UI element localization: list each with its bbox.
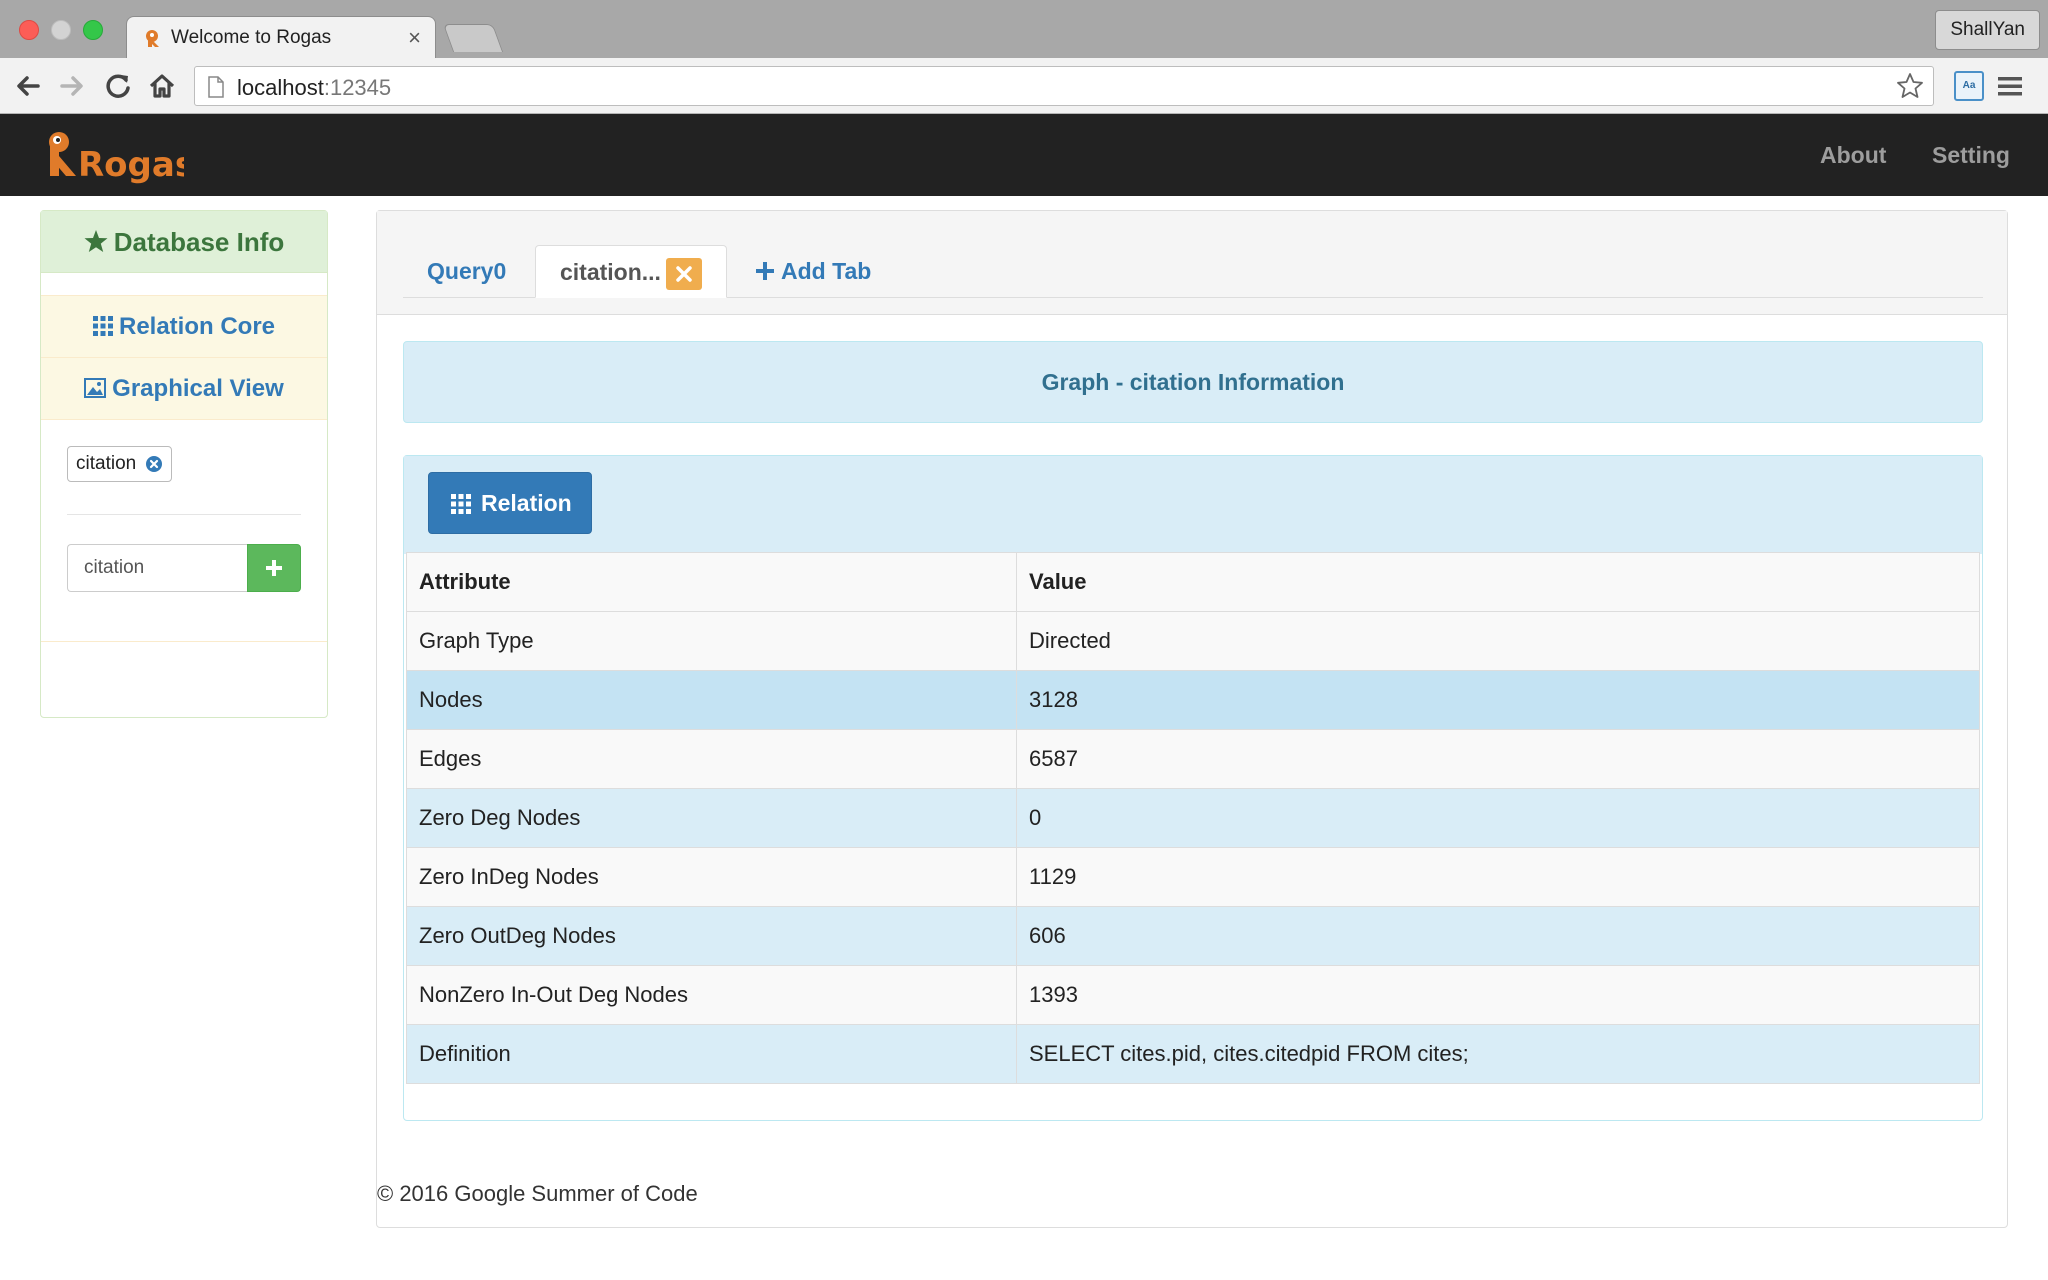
graph-chip-label: citation	[76, 453, 137, 474]
th-grid-icon	[451, 494, 471, 514]
brand-text: Rogas	[78, 145, 184, 184]
value-cell: SELECT cites.pid, cites.citedpid FROM ci…	[1016, 1024, 1980, 1084]
picture-icon	[84, 378, 107, 398]
column-header-attribute: Attribute	[406, 552, 1017, 612]
sidebar-item-label: Graphical View	[112, 375, 284, 402]
relation-button-label: Relation	[481, 490, 572, 516]
value-cell: 1393	[1016, 965, 1980, 1025]
table-row: Edges 6587	[406, 729, 1980, 789]
browser-tab[interactable]: Welcome to Rogas ×	[126, 16, 436, 58]
new-tab-button[interactable]	[442, 24, 504, 52]
table-row: Zero OutDeg Nodes 606	[406, 906, 1980, 966]
sidebar: Database Info Relation Core Graphical Vi…	[40, 210, 328, 718]
home-icon[interactable]	[144, 68, 180, 104]
page-icon	[208, 76, 224, 98]
main-panel: Query0 citation... Add Tab Graph - citat…	[376, 210, 2008, 1228]
table-header-row: Attribute Value	[406, 552, 1980, 612]
table-row: Nodes 3128	[406, 670, 1980, 730]
value-cell: 3128	[1016, 670, 1980, 730]
graph-chip-citation[interactable]: citation	[67, 446, 173, 482]
back-icon[interactable]	[10, 68, 46, 104]
value-cell: Directed	[1016, 611, 1980, 671]
attribute-cell: Zero Deg Nodes	[406, 788, 1017, 848]
relation-panel-header: Relation	[404, 456, 1982, 554]
table-row: Zero InDeg Nodes 1129	[406, 847, 1980, 907]
sidebar-divider	[67, 514, 301, 515]
value-cell: 6587	[1016, 729, 1980, 789]
nav-about-link[interactable]: About	[1820, 142, 1886, 169]
profile-button[interactable]: ShallYan	[1935, 10, 2040, 50]
graph-list-panel: citation	[41, 420, 327, 642]
table-row: Graph Type Directed	[406, 611, 1980, 671]
add-tab-button[interactable]: Add Tab	[755, 245, 871, 298]
column-header-value: Value	[1016, 552, 1980, 612]
tab-citation[interactable]: citation...	[535, 245, 727, 298]
url-port: :12345	[323, 75, 392, 100]
attribute-cell: NonZero In-Out Deg Nodes	[406, 965, 1017, 1025]
sidebar-item-label: Relation Core	[118, 313, 276, 340]
window-close-button[interactable]	[19, 20, 39, 40]
forward-icon[interactable]	[54, 68, 90, 104]
remove-circle-icon[interactable]	[145, 455, 163, 473]
attribute-cell: Definition	[406, 1024, 1017, 1084]
attribute-cell: Edges	[406, 729, 1017, 789]
tab-close-icon[interactable]: ×	[408, 25, 421, 51]
attribute-cell: Nodes	[406, 670, 1017, 730]
reload-icon[interactable]	[100, 68, 136, 104]
add-graph-button[interactable]	[247, 544, 301, 592]
browser-toolbar: localhost:12345 Aa	[0, 58, 2048, 114]
add-tab-label: Add Tab	[781, 258, 872, 284]
url-text: localhost:12345	[237, 75, 391, 101]
browser-menu-icon[interactable]	[1994, 70, 2026, 102]
bookmark-star-icon[interactable]	[1895, 71, 1925, 101]
plus-icon	[756, 262, 774, 280]
attribute-table: Attribute Value Graph Type Directed Node…	[406, 552, 1980, 1084]
nav-setting-link[interactable]: Setting	[1932, 142, 2010, 169]
close-tab-button[interactable]	[666, 258, 702, 290]
sidebar-header[interactable]: Database Info	[41, 211, 327, 273]
table-row: NonZero In-Out Deg Nodes 1393	[406, 965, 1980, 1025]
query-tabs-header: Query0 citation... Add Tab	[377, 211, 2007, 315]
address-bar[interactable]: localhost:12345	[194, 66, 1934, 106]
browser-tab-title: Welcome to Rogas	[171, 27, 332, 48]
window-minimize-button[interactable]	[51, 20, 71, 40]
th-grid-icon	[92, 316, 113, 336]
close-icon	[676, 266, 692, 282]
relation-panel: Relation Attribute Value Graph Type Dire…	[403, 455, 1983, 1121]
table-row: Zero Deg Nodes 0	[406, 788, 1980, 848]
window-zoom-button[interactable]	[83, 20, 103, 40]
table-row: Definition SELECT cites.pid, cites.cited…	[406, 1024, 1980, 1084]
relation-button[interactable]: Relation	[428, 472, 592, 534]
extension-icon[interactable]: Aa	[1954, 71, 1984, 101]
attribute-cell: Zero OutDeg Nodes	[406, 906, 1017, 966]
page-footer: © 2016 Google Summer of Code	[377, 1181, 698, 1206]
plus-icon	[266, 560, 282, 576]
tab-citation-label: citation...	[560, 259, 661, 285]
graph-info-banner: Graph - citation Information	[403, 341, 1983, 423]
value-cell: 0	[1016, 788, 1980, 848]
rogas-logo[interactable]: Rogas	[44, 128, 184, 184]
star-icon	[84, 230, 108, 252]
value-cell: 1129	[1016, 847, 1980, 907]
tab-query0[interactable]: Query0	[427, 245, 506, 298]
sidebar-item-graphical-view[interactable]: Graphical View	[41, 358, 327, 420]
graph-name-input[interactable]	[67, 544, 247, 592]
sidebar-header-label: Database Info	[113, 227, 285, 257]
value-cell: 606	[1016, 906, 1980, 966]
sidebar-item-relation-core[interactable]: Relation Core	[41, 296, 327, 358]
app-navbar: Rogas About Setting	[0, 114, 2048, 196]
attribute-cell: Zero InDeg Nodes	[406, 847, 1017, 907]
url-host: localhost	[237, 75, 324, 100]
attribute-cell: Graph Type	[406, 611, 1017, 671]
sidebar-panel: Relation Core Graphical View citation	[41, 295, 327, 642]
rogas-favicon-icon	[146, 30, 159, 47]
browser-tabstrip: Welcome to Rogas × ShallYan	[0, 0, 2048, 58]
